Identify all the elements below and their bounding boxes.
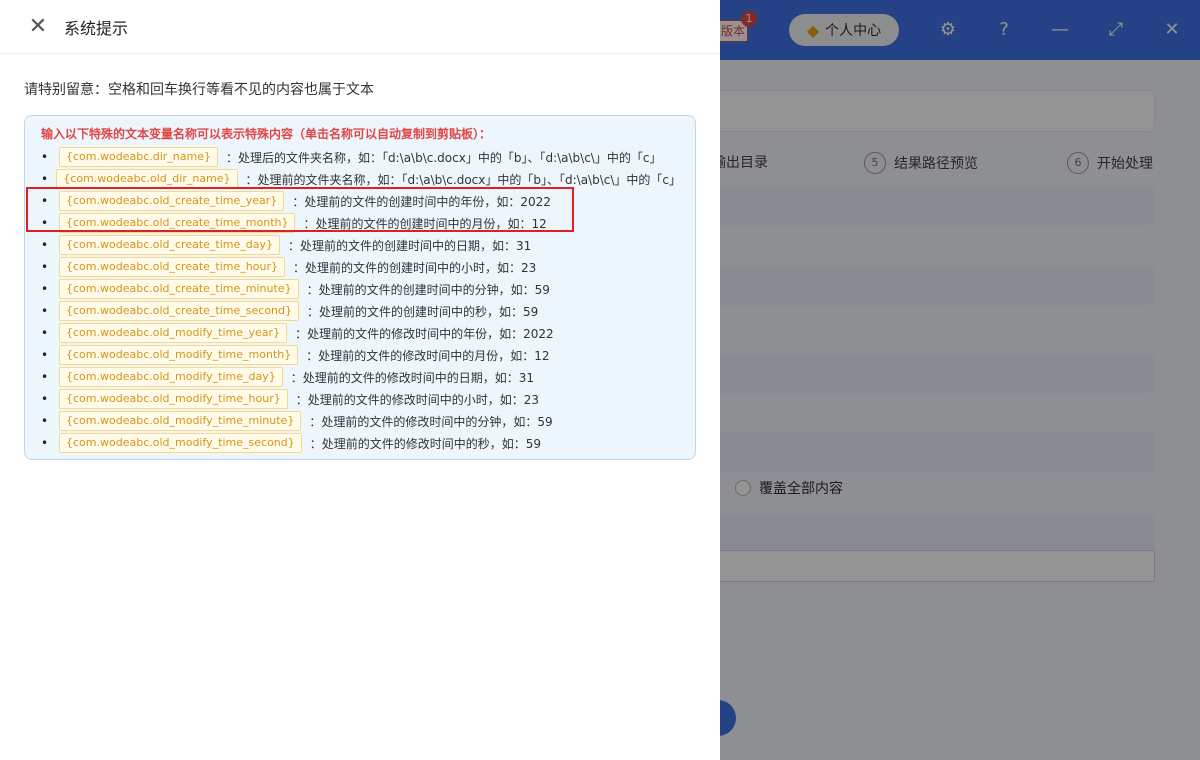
list-item: • {com.wodeabc.old_create_time_month} ：处理前… — [41, 212, 681, 234]
variable-tag[interactable]: {com.wodeabc.old_create_time_day} — [59, 235, 281, 255]
list-item: • {com.wodeabc.dir_name} ：处理后的文件夹名称，如：「d:\… — [41, 146, 681, 168]
variable-desc: ：处理后的文件夹名称，如：「d:\a\b\c.docx」中的「b」、「d:\a\… — [226, 150, 662, 165]
list-item: • {com.wodeabc.old_create_time_minute} ：处理… — [41, 278, 681, 300]
variable-desc: ：处理前的文件的修改时间中的日期，如：31 — [290, 370, 535, 385]
bullet: • — [41, 304, 49, 318]
variable-tag[interactable]: {com.wodeabc.old_modify_time_year} — [59, 323, 288, 343]
variable-tag[interactable]: {com.wodeabc.old_dir_name} — [56, 169, 238, 189]
list-item: • {com.wodeabc.old_modify_time_year} ：处理前的… — [41, 322, 681, 344]
bullet: • — [41, 414, 49, 428]
list-item: • {com.wodeabc.old_dir_name} ：处理前的文件夹名称，如：… — [41, 168, 681, 190]
bullet: • — [41, 238, 49, 252]
list-item: • {com.wodeabc.old_modify_time_hour} ：处理前的… — [41, 388, 681, 410]
bullet: • — [41, 436, 49, 450]
variable-info-box: 输入以下特殊的文本变量名称可以表示特殊内容（单击名称可以自动复制到剪贴板）： •… — [24, 115, 696, 460]
variable-tag[interactable]: {com.wodeabc.old_modify_time_day} — [59, 367, 283, 387]
list-item: • {com.wodeabc.old_modify_time_minute} ：处理… — [41, 410, 681, 432]
variable-tag[interactable]: {com.wodeabc.old_create_time_second} — [59, 301, 299, 321]
bullet: • — [41, 326, 49, 340]
notice-text: 请特别留意：空格和回车换行等看不见的内容也属于文本 — [24, 82, 374, 98]
system-tip-drawer: ✕ 系统提示 请特别留意：空格和回车换行等看不见的内容也属于文本 输入以下特殊的… — [0, 0, 720, 760]
close-icon[interactable]: ✕ — [24, 13, 52, 41]
bullet: • — [41, 150, 49, 164]
variable-desc: ：处理前的文件的修改时间中的分钟，如：59 — [309, 414, 553, 429]
variable-desc: ：处理前的文件的创建时间中的小时，如：23 — [292, 260, 537, 275]
list-item: • {com.wodeabc.old_create_time_day} ：处理前的文… — [41, 234, 681, 256]
info-heading: 输入以下特殊的文本变量名称可以表示特殊内容（单击名称可以自动复制到剪贴板）： — [41, 127, 492, 141]
variable-desc: ：处理前的文件夹名称，如：「d:\a\b\c.docx」中的「b」、「d:\a\… — [245, 172, 681, 187]
list-item: • {com.wodeabc.old_modify_time_month} ：处理前… — [41, 344, 681, 366]
variable-desc: ：处理前的文件的创建时间中的秒，如：59 — [307, 304, 539, 319]
variable-tag[interactable]: {com.wodeabc.old_create_time_minute} — [59, 279, 299, 299]
variable-list: • {com.wodeabc.dir_name} ：处理后的文件夹名称，如：「d:\… — [41, 146, 681, 454]
bullet: • — [41, 172, 49, 186]
variable-tag[interactable]: {com.wodeabc.old_create_time_year} — [59, 191, 285, 211]
variable-desc: ：处理前的文件的修改时间中的小时，如：23 — [295, 392, 540, 407]
bullet: • — [41, 282, 49, 296]
variable-tag[interactable]: {com.wodeabc.old_create_time_hour} — [59, 257, 285, 277]
variable-tag[interactable]: {com.wodeabc.old_create_time_month} — [59, 213, 296, 233]
drawer-header: ✕ 系统提示 — [0, 0, 720, 54]
variable-desc: ：处理前的文件的创建时间中的分钟，如：59 — [306, 282, 550, 297]
list-item: • {com.wodeabc.old_modify_time_second} ：处理… — [41, 432, 681, 454]
variable-tag[interactable]: {com.wodeabc.old_modify_time_month} — [59, 345, 299, 365]
variable-tag[interactable]: {com.wodeabc.dir_name} — [59, 147, 218, 167]
list-item: • {com.wodeabc.old_create_time_hour} ：处理前的… — [41, 256, 681, 278]
bullet: • — [41, 348, 49, 362]
variable-desc: ：处理前的文件的创建时间中的日期，如：31 — [288, 238, 532, 253]
bullet: • — [41, 260, 49, 274]
variable-desc: ：处理前的文件的修改时间中的月份，如：12 — [306, 348, 550, 363]
list-item: • {com.wodeabc.old_modify_time_day} ：处理前的文… — [41, 366, 681, 388]
drawer-title: 系统提示 — [64, 18, 129, 38]
variable-desc: ：处理前的文件的修改时间中的秒，如：59 — [309, 436, 542, 451]
bullet: • — [41, 216, 49, 230]
variable-desc: ：处理前的文件的创建时间中的月份，如：12 — [303, 216, 547, 231]
variable-tag[interactable]: {com.wodeabc.old_modify_time_second} — [59, 433, 302, 453]
bullet: • — [41, 392, 49, 406]
list-item: • {com.wodeabc.old_create_time_second} ：处理… — [41, 300, 681, 322]
variable-tag[interactable]: {com.wodeabc.old_modify_time_minute} — [59, 411, 302, 431]
bullet: • — [41, 194, 49, 208]
list-item: • {com.wodeabc.old_create_time_year} ：处理前的… — [41, 190, 681, 212]
variable-tag[interactable]: {com.wodeabc.old_modify_time_hour} — [59, 389, 288, 409]
variable-desc: ：处理前的文件的创建时间中的年份，如：2022 — [292, 194, 551, 209]
bullet: • — [41, 370, 49, 384]
variable-desc: ：处理前的文件的修改时间中的年份，如：2022 — [295, 326, 554, 341]
